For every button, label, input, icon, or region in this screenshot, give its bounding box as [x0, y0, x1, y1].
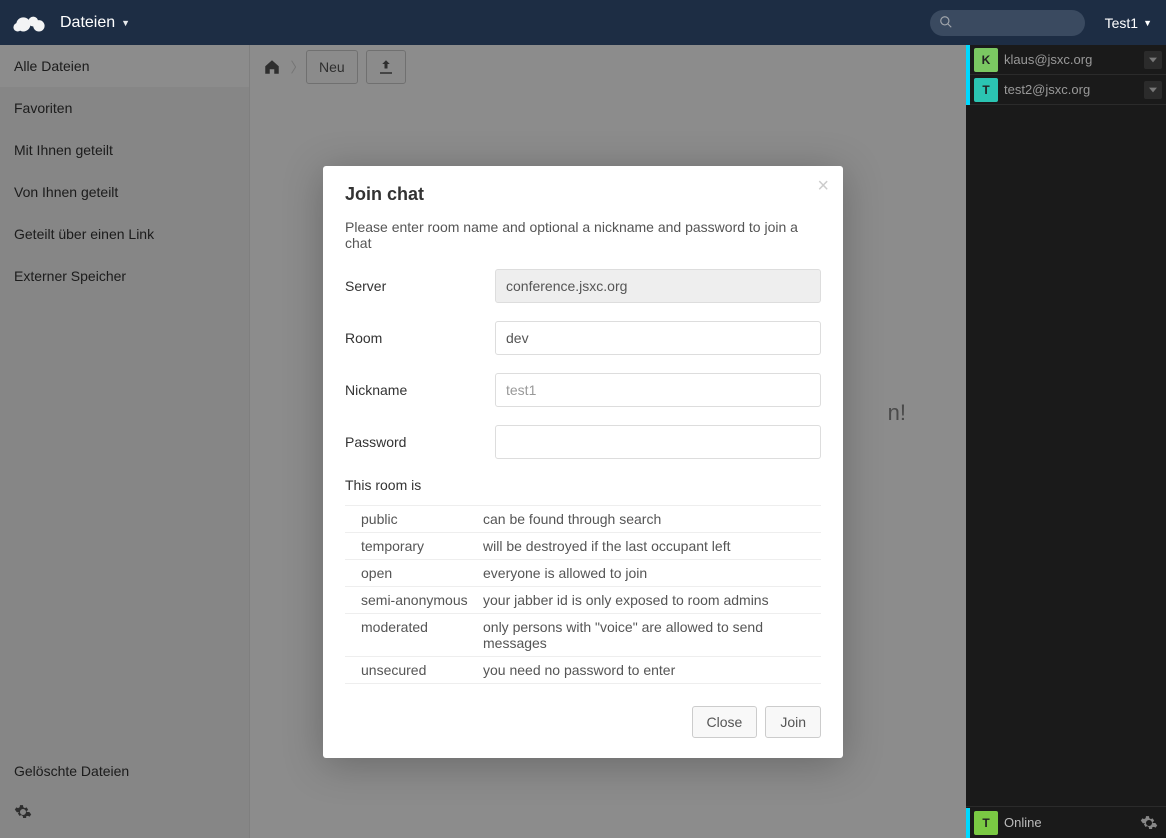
password-input[interactable]	[495, 425, 821, 459]
contact-name: klaus@jsxc.org	[1004, 52, 1144, 67]
room-info-row: temporarywill be destroyed if the last o…	[345, 533, 821, 560]
room-info-key: semi-anonymous	[345, 587, 479, 614]
cloud-icon	[12, 12, 46, 34]
modal-description: Please enter room name and optional a ni…	[345, 219, 821, 251]
contact-menu-button[interactable]	[1144, 81, 1162, 99]
presence-indicator	[966, 75, 970, 105]
server-label: Server	[345, 278, 495, 294]
chevron-down-icon	[1149, 86, 1157, 94]
nickname-label: Nickname	[345, 382, 495, 398]
chevron-down-icon: ▼	[1143, 18, 1152, 28]
join-button[interactable]: Join	[765, 706, 821, 738]
room-input[interactable]	[495, 321, 821, 355]
room-info-heading: This room is	[345, 477, 821, 493]
self-status-row[interactable]: T Online	[966, 806, 1166, 838]
room-label: Room	[345, 330, 495, 346]
presence-indicator	[966, 45, 970, 75]
room-info-value: only persons with "voice" are allowed to…	[479, 614, 821, 657]
modal-close-button[interactable]: ×	[817, 176, 829, 196]
room-info-row: unsecuredyou need no password to enter	[345, 657, 821, 684]
contact-name: test2@jsxc.org	[1004, 82, 1144, 97]
avatar: K	[974, 48, 998, 72]
app-switcher[interactable]: Dateien ▼	[60, 14, 130, 32]
app-name-label: Dateien	[60, 14, 115, 32]
chevron-down-icon: ▼	[121, 18, 130, 28]
close-button-label: Close	[707, 714, 743, 730]
contact-menu-button[interactable]	[1144, 51, 1162, 69]
room-info-row: openeveryone is allowed to join	[345, 560, 821, 587]
contact-row[interactable]: T test2@jsxc.org	[966, 75, 1166, 105]
room-info-table: publiccan be found through searchtempora…	[345, 505, 821, 684]
room-info-value: you need no password to enter	[479, 657, 821, 684]
nickname-input[interactable]	[495, 373, 821, 407]
presence-indicator	[966, 808, 970, 838]
join-button-label: Join	[780, 714, 806, 730]
modal-title: Join chat	[345, 184, 821, 205]
contact-row[interactable]: K klaus@jsxc.org	[966, 45, 1166, 75]
self-status-label: Online	[1004, 815, 1140, 830]
server-input	[495, 269, 821, 303]
room-info-row: semi-anonymousyour jabber id is only exp…	[345, 587, 821, 614]
app-logo[interactable]	[8, 2, 50, 44]
chevron-down-icon	[1149, 56, 1157, 64]
search-field-wrap	[930, 10, 1085, 36]
user-menu-label: Test1	[1105, 15, 1138, 31]
chat-sidebar: K klaus@jsxc.org T test2@jsxc.org T Onli…	[966, 45, 1166, 838]
search-icon	[939, 15, 953, 29]
room-info-value: your jabber id is only exposed to room a…	[479, 587, 821, 614]
room-info-key: open	[345, 560, 479, 587]
gear-icon[interactable]	[1140, 814, 1158, 832]
room-info-value: can be found through search	[479, 506, 821, 533]
room-info-key: moderated	[345, 614, 479, 657]
room-info-key: unsecured	[345, 657, 479, 684]
user-menu[interactable]: Test1 ▼	[1099, 15, 1158, 31]
join-chat-modal: × Join chat Please enter room name and o…	[323, 166, 843, 758]
room-info-value: will be destroyed if the last occupant l…	[479, 533, 821, 560]
search-input[interactable]	[930, 10, 1085, 36]
avatar: T	[974, 811, 998, 835]
room-info-row: moderatedonly persons with "voice" are a…	[345, 614, 821, 657]
room-info-key: temporary	[345, 533, 479, 560]
avatar: T	[974, 78, 998, 102]
room-info-row: publiccan be found through search	[345, 506, 821, 533]
password-label: Password	[345, 434, 495, 450]
room-info-value: everyone is allowed to join	[479, 560, 821, 587]
close-button[interactable]: Close	[692, 706, 758, 738]
room-info-key: public	[345, 506, 479, 533]
app-header: Dateien ▼ Test1 ▼	[0, 0, 1166, 45]
close-icon: ×	[817, 175, 829, 197]
